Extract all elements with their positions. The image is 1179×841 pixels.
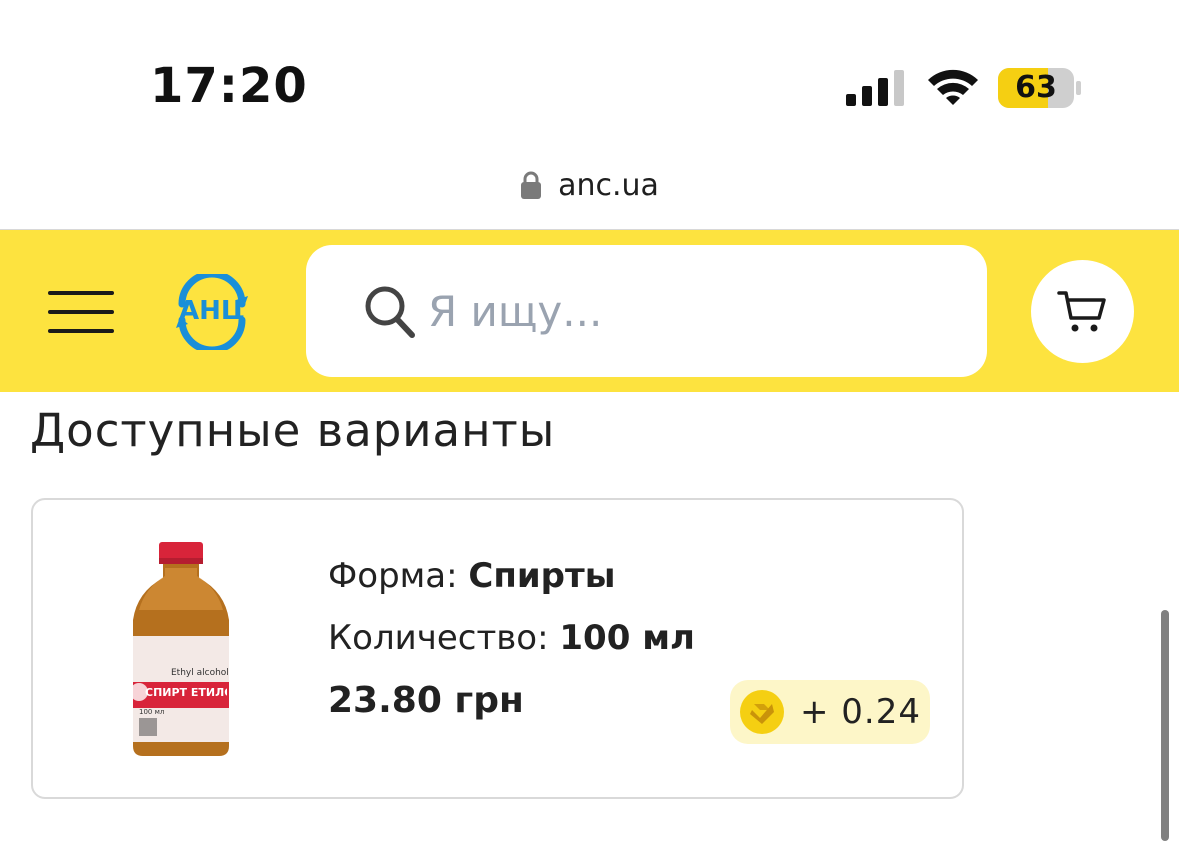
wifi-icon	[928, 69, 978, 105]
address-bar[interactable]: anc.ua	[0, 160, 1179, 210]
bonus-coin-icon	[740, 690, 784, 734]
bonus-chip: + 0.24	[730, 680, 930, 744]
logo-text: АНЦ	[178, 296, 245, 326]
site-header: АНЦ	[0, 229, 1179, 392]
bottle-illustration	[130, 542, 229, 756]
spec-quantity-label: Количество:	[328, 618, 549, 658]
spec-form-label: Форма:	[328, 556, 458, 596]
cellular-signal-icon	[846, 70, 904, 106]
lock-icon	[521, 171, 542, 199]
scrollbar[interactable]	[1161, 610, 1169, 841]
bottle-volume: 100 мл	[139, 708, 165, 716]
price: 23.80 грн	[328, 680, 524, 721]
search-icon	[365, 286, 415, 338]
battery-level: 63	[1015, 70, 1057, 105]
variant-card[interactable]: Ethyl alcohol СПИРТ ЕТИЛОВИЙ 100 мл Форм…	[31, 498, 964, 799]
site-logo[interactable]: АНЦ	[172, 274, 252, 350]
hamburger-menu-icon[interactable]	[48, 290, 114, 334]
search-box[interactable]	[306, 245, 987, 377]
cart-button[interactable]	[1031, 260, 1134, 363]
search-input[interactable]	[428, 281, 948, 341]
bonus-amount: + 0.24	[800, 692, 921, 732]
bottle-label-top: Ethyl alcohol	[171, 668, 229, 678]
spec-quantity: Количество: 100 мл	[328, 618, 695, 658]
url-text: anc.ua	[558, 167, 659, 203]
cart-icon	[1057, 291, 1106, 332]
spec-quantity-value: 100 мл	[559, 618, 695, 658]
spec-form-value: Спирты	[468, 556, 616, 596]
product-image: Ethyl alcohol СПИРТ ЕТИЛОВИЙ 100 мл	[125, 540, 245, 760]
battery-icon: 63	[998, 68, 1082, 108]
section-title: Доступные варианты	[30, 404, 556, 457]
spec-form: Форма: Спирты	[328, 556, 615, 596]
status-time: 17:20	[150, 58, 308, 114]
bottle-label-main: СПИРТ ЕТИЛОВИЙ	[145, 686, 227, 699]
